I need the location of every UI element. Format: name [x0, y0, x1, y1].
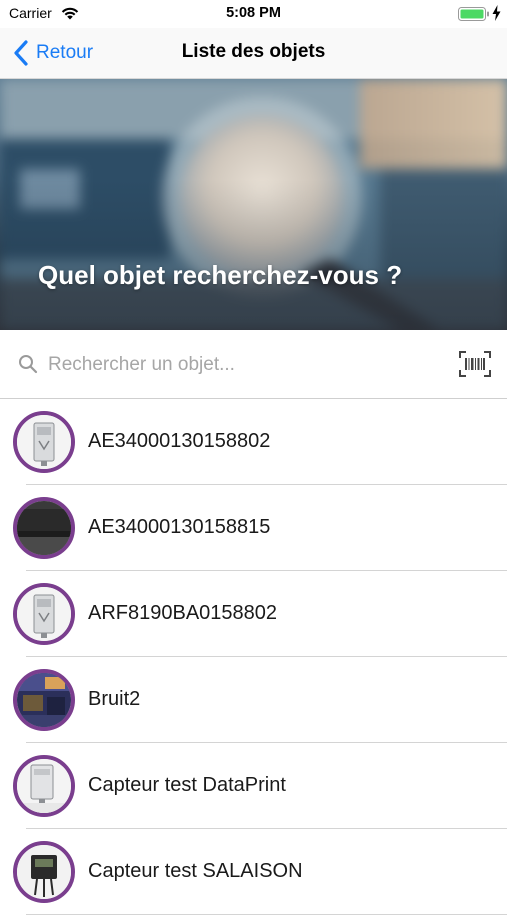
object-name: ARF8190BA0158802: [88, 602, 278, 624]
sensor-box-icon: [17, 759, 71, 813]
object-list: AE34000130158802 AE34000130158815 ARF819…: [0, 399, 507, 915]
list-item[interactable]: Bruit2: [0, 657, 507, 743]
list-item[interactable]: Capteur test DataPrint: [0, 743, 507, 829]
object-name: AE34000130158815: [88, 516, 271, 538]
object-name: Capteur test DataPrint: [88, 774, 286, 796]
search-bar: [0, 330, 507, 399]
list-item[interactable]: Capteur test SALAISON: [0, 829, 507, 915]
hero-banner: Quel objet recherchez-vous ?: [0, 79, 507, 330]
room-photo-icon: [17, 673, 71, 727]
object-thumbnail: [13, 497, 75, 559]
barcode-scan-button[interactable]: [458, 350, 492, 378]
page-title: Liste des objets: [181, 41, 326, 62]
sensor-box-icon: [17, 587, 71, 641]
object-thumbnail: [13, 669, 75, 731]
hero-title: Quel objet recherchez-vous ?: [38, 260, 403, 290]
probe-device-icon: [17, 845, 71, 899]
object-thumbnail: [13, 755, 75, 817]
object-thumbnail: [13, 583, 75, 645]
charging-bolt-icon: [492, 5, 501, 21]
search-input[interactable]: [46, 346, 430, 384]
barcode-icon: [459, 351, 491, 377]
object-thumbnail: [13, 841, 75, 903]
status-bar: Carrier 5:08 PM: [0, 0, 507, 28]
object-name: AE34000130158802: [88, 430, 271, 452]
navigation-bar: Retour Liste des objets: [0, 28, 507, 79]
object-name: Capteur test SALAISON: [88, 860, 303, 882]
sensor-box-icon: [17, 415, 71, 469]
clock: 5:08 PM: [226, 5, 281, 21]
search-icon: [19, 355, 38, 374]
object-thumbnail: [13, 411, 75, 473]
object-name: Bruit2: [88, 688, 141, 710]
list-item[interactable]: AE34000130158815: [0, 485, 507, 571]
dark-device-icon: [17, 501, 71, 555]
hero-overlay: [0, 79, 507, 330]
list-item[interactable]: AE34000130158802: [0, 399, 507, 485]
battery-icon: [458, 7, 489, 21]
list-item[interactable]: ARF8190BA0158802: [0, 571, 507, 657]
